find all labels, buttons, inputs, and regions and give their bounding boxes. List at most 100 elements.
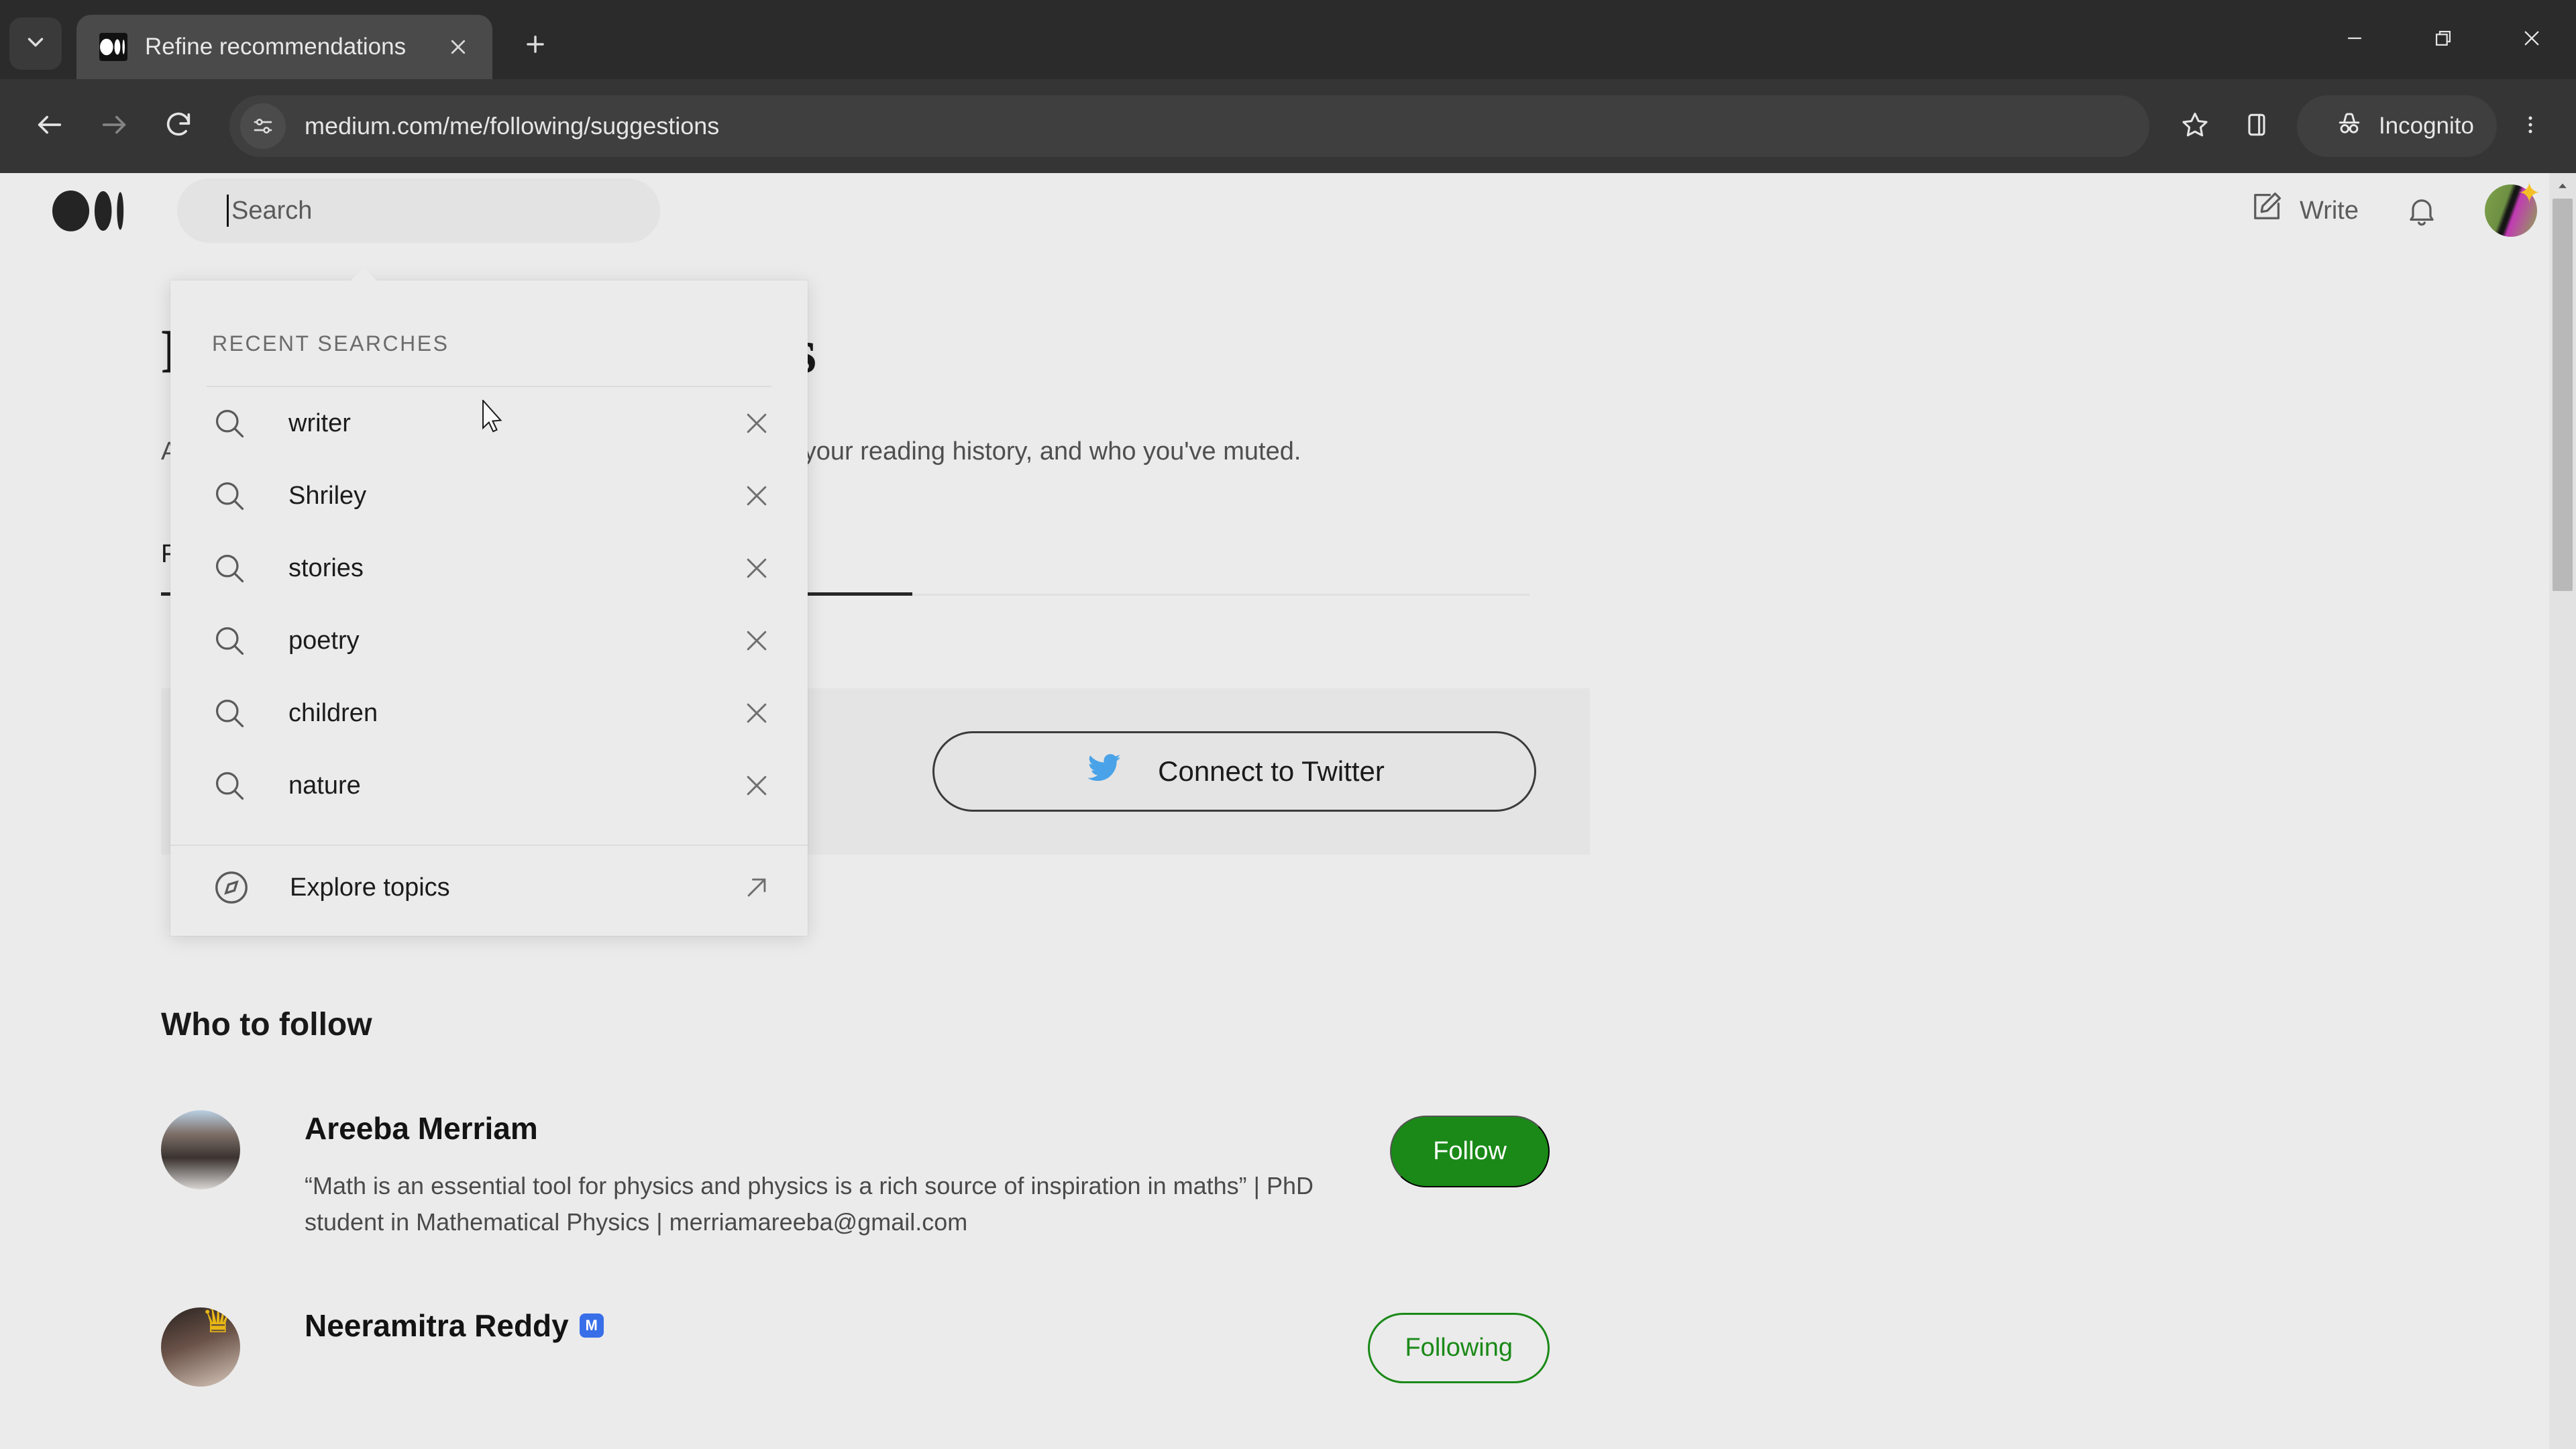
maximize-button[interactable] [2399, 0, 2487, 79]
site-settings-icon[interactable] [240, 103, 286, 149]
person-details: Areeba Merriam “Math is an essential too… [305, 1110, 1390, 1240]
browser-menu-button[interactable] [2502, 95, 2559, 157]
medium-logo-icon[interactable] [52, 189, 131, 232]
avatar[interactable]: ✦ [2485, 179, 2541, 237]
remove-recent-search-icon[interactable] [742, 481, 771, 511]
medium-member-badge-icon: M [579, 1313, 604, 1338]
tab-title: Refine recommendations [145, 34, 407, 60]
recent-search-label: children [288, 698, 378, 727]
person-bio: “Math is an essential tool for physics a… [305, 1172, 1314, 1236]
tab-strip: Refine recommendations [0, 0, 2576, 79]
browser-tab[interactable]: Refine recommendations [76, 15, 492, 79]
recent-search-item[interactable]: stories [170, 532, 808, 604]
avatar[interactable] [161, 1110, 240, 1189]
notifications-button[interactable] [2404, 193, 2439, 228]
person-name-text: Neeramitra Reddy [305, 1308, 569, 1343]
remove-recent-search-icon[interactable] [742, 553, 771, 583]
side-panel-button[interactable] [2226, 95, 2288, 157]
minimize-button[interactable] [2310, 0, 2399, 79]
recent-search-label: Shriley [288, 481, 367, 510]
close-window-button[interactable] [2487, 0, 2576, 79]
reload-icon [163, 109, 194, 144]
recent-search-label: poetry [288, 626, 360, 655]
incognito-hat-icon [2334, 109, 2364, 144]
remove-recent-search-icon[interactable] [742, 698, 771, 728]
new-tab-button[interactable] [508, 19, 562, 72]
plus-icon [523, 32, 548, 60]
remove-recent-search-icon[interactable] [742, 771, 771, 800]
web-page: Search Write ✦ your reading history, and… [0, 173, 2576, 1449]
write-pencil-icon [2249, 190, 2284, 231]
three-dots-vertical-icon [2519, 113, 2542, 140]
recent-searches-heading: RECENT SEARCHES [212, 331, 449, 356]
tab-close-button[interactable] [439, 28, 478, 66]
minimize-icon [2343, 27, 2366, 53]
connect-twitter-button-label: Connect to Twitter [1158, 755, 1385, 787]
person-name[interactable]: Neeramitra Reddy M [305, 1307, 1368, 1344]
person-details: Neeramitra Reddy M [305, 1307, 1368, 1344]
recent-search-label: stories [288, 553, 364, 582]
browser-window: Refine recommendations medium.com/me/fol… [0, 0, 2576, 1449]
medium-logo-icon [99, 33, 127, 61]
recent-search-label: nature [288, 771, 361, 800]
twitter-bird-icon [1084, 749, 1123, 794]
following-button[interactable]: Following [1368, 1313, 1550, 1383]
text-caret [227, 195, 229, 227]
reload-button[interactable] [146, 94, 211, 158]
search-suggestions-dropdown: RECENT SEARCHES writer Shriley stories p… [170, 268, 808, 936]
incognito-label: Incognito [2378, 113, 2474, 139]
list-item: Areeba Merriam “Math is an essential too… [161, 1110, 1550, 1240]
search-icon [212, 623, 247, 658]
person-name[interactable]: Areeba Merriam [305, 1110, 1390, 1146]
site-header: Search Write ✦ [0, 173, 2576, 248]
chevron-down-icon [23, 30, 48, 58]
url-text: medium.com/me/following/suggestions [305, 112, 720, 140]
bell-icon [2404, 193, 2439, 228]
incognito-indicator[interactable]: Incognito [2296, 95, 2497, 157]
header-actions: Write ✦ [2249, 179, 2541, 237]
scrollbar-thumb[interactable] [2553, 199, 2573, 591]
bookmark-button[interactable] [2164, 95, 2226, 157]
recent-search-item[interactable]: poetry [170, 604, 808, 677]
crown-icon: ♛ [201, 1307, 235, 1340]
address-bar[interactable]: medium.com/me/following/suggestions [229, 95, 2149, 157]
browser-chrome: Refine recommendations medium.com/me/fol… [0, 0, 2576, 173]
list-item: ♛ Neeramitra Reddy M Following [161, 1307, 1550, 1387]
recent-search-item[interactable]: Shriley [170, 460, 808, 532]
search-icon [212, 768, 247, 803]
recent-search-item[interactable]: children [170, 677, 808, 749]
search-icon [212, 696, 247, 731]
search-input[interactable]: Search [177, 178, 660, 243]
star-badge-icon: ✦ [2517, 177, 2541, 209]
tab-search-button[interactable] [9, 17, 62, 70]
explore-topics-item[interactable]: Explore topics [170, 846, 808, 929]
search-icon [212, 551, 247, 586]
window-controls [2310, 0, 2576, 79]
connect-to-twitter-button[interactable]: Connect to Twitter [932, 731, 1536, 812]
side-panel-icon [2242, 110, 2271, 143]
recent-search-item[interactable]: nature [170, 749, 808, 822]
forward-button[interactable] [82, 94, 146, 158]
write-label: Write [2300, 196, 2359, 225]
forward-arrow-icon [99, 109, 129, 144]
follow-button[interactable]: Follow [1390, 1116, 1550, 1187]
recent-search-item[interactable]: writer [170, 387, 808, 460]
remove-recent-search-icon[interactable] [742, 626, 771, 655]
star-icon [2180, 110, 2210, 143]
search-icon [212, 406, 247, 441]
compass-icon [212, 868, 251, 907]
explore-topics-label: Explore topics [290, 873, 450, 902]
restore-icon [2432, 27, 2455, 53]
write-button[interactable]: Write [2249, 190, 2359, 231]
page-scrollbar[interactable] [2549, 173, 2576, 1449]
recent-search-label: writer [288, 409, 351, 437]
back-button[interactable] [17, 94, 82, 158]
search-icon [212, 478, 247, 513]
remove-recent-search-icon[interactable] [742, 409, 771, 438]
scroll-up-button[interactable] [2549, 173, 2576, 199]
back-arrow-icon [34, 109, 65, 144]
arrow-up-right-icon [742, 873, 771, 902]
avatar[interactable]: ♛ [161, 1307, 240, 1387]
browser-toolbar: medium.com/me/following/suggestions Inco… [0, 79, 2576, 173]
close-icon [2520, 27, 2543, 53]
